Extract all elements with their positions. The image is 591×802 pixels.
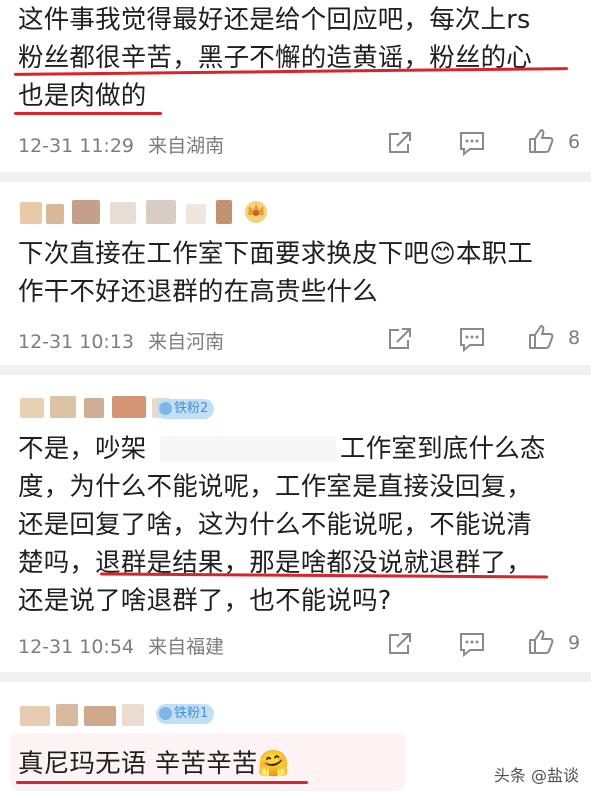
like-count: 9 <box>568 632 581 654</box>
share-icon[interactable] <box>386 129 414 157</box>
comment-icon[interactable] <box>458 325 486 353</box>
comment-text-line: 下次直接在工作室下面要求换皮下吧😊本职工 <box>18 239 534 269</box>
comment-text-line: 这件事我觉得最好还是给个回应吧，每次上rs <box>18 5 531 35</box>
comment-text-line: 度，为什么不能说呢，工作室是直接没回复， <box>18 472 533 502</box>
fan-badge-icon <box>159 707 172 720</box>
comment-text-line: 还是说了啥退群了，也不能说吗? <box>18 586 392 616</box>
like-icon[interactable] <box>527 127 555 155</box>
separator <box>0 672 591 682</box>
fan-badge: 铁粉1 <box>156 704 215 724</box>
comment-date: 12-31 11:29 <box>18 135 135 157</box>
blurred-text <box>160 436 336 462</box>
comment-meta: 12-31 10:13 来自河南 <box>18 327 224 354</box>
comment-text-line: 也是肉做的 <box>18 81 147 111</box>
comment-location: 来自湖南 <box>148 135 225 157</box>
comment-location: 来自河南 <box>148 331 225 353</box>
like-count: 6 <box>568 131 581 153</box>
comment-text-line: 作干不好还退群的在高贵些什么 <box>18 277 378 307</box>
like-count: 8 <box>568 327 581 349</box>
red-underline <box>14 112 162 115</box>
comment-meta: 12-31 10:54 来自福建 <box>18 632 224 659</box>
fan-badge: 铁粉2 <box>156 399 215 419</box>
comment-meta: 12-31 11:29 来自湖南 <box>18 131 224 158</box>
separator <box>0 172 591 182</box>
share-icon[interactable] <box>386 325 414 353</box>
comment-date: 12-31 10:54 <box>18 636 135 658</box>
share-icon[interactable] <box>386 630 414 658</box>
comment-text-line: 真尼玛无语 辛苦辛苦🤗 <box>18 749 290 779</box>
crown-icon <box>245 201 267 223</box>
fan-badge-label: 铁粉1 <box>174 706 209 721</box>
fan-badge-icon <box>159 402 172 415</box>
comment-date: 12-31 10:13 <box>18 331 135 353</box>
red-underline <box>16 781 308 784</box>
like-icon[interactable] <box>527 628 555 656</box>
comment-text-line: 不是，吵架 <box>18 434 147 464</box>
comment-icon[interactable] <box>458 129 486 157</box>
like-icon[interactable] <box>527 323 555 351</box>
separator <box>0 365 591 375</box>
comment-text-line: 工作室到底什么态 <box>340 434 546 464</box>
comment-location: 来自福建 <box>148 636 225 658</box>
fan-badge-label: 铁粉2 <box>174 401 209 416</box>
comment-text-line: 还是回复了啥，这为什么不能说呢，不能说清 <box>18 510 533 540</box>
comment-icon[interactable] <box>458 630 486 658</box>
watermark: 头条 @盐谈 <box>493 766 579 785</box>
